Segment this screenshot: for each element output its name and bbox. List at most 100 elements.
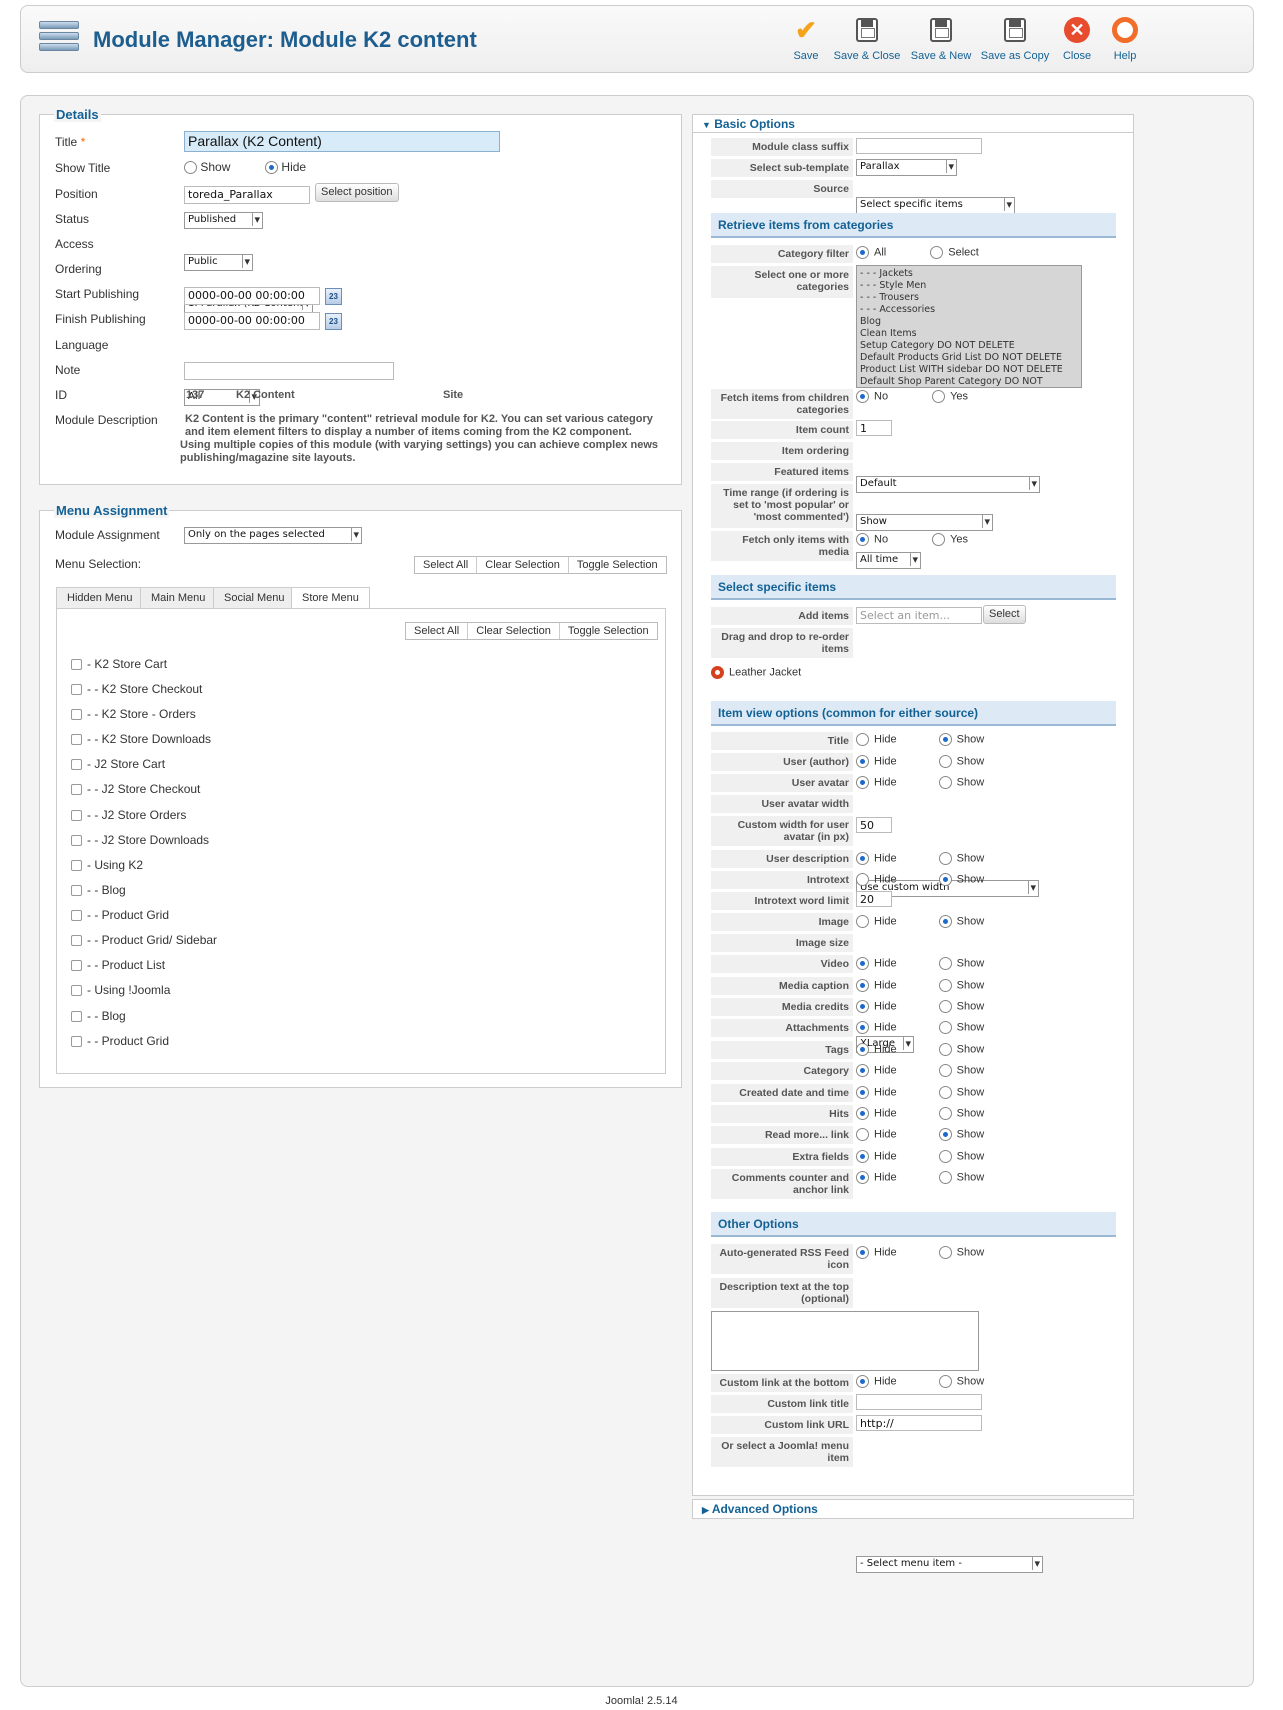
- tab-main-menu[interactable]: Main Menu: [140, 587, 217, 608]
- save-close-button[interactable]: Save & Close: [827, 14, 907, 62]
- note-input[interactable]: [184, 362, 394, 380]
- custom-link-title-input[interactable]: [856, 1394, 982, 1410]
- item-count-input[interactable]: 1: [856, 420, 892, 436]
- menu-item[interactable]: - - J2 Store Checkout: [71, 782, 200, 796]
- menu-item[interactable]: - - Blog: [71, 1009, 126, 1023]
- no-radio[interactable]: [856, 390, 869, 403]
- hide-radio[interactable]: [856, 1021, 869, 1034]
- menu-item[interactable]: - - K2 Store - Orders: [71, 707, 196, 721]
- finish-publishing-input[interactable]: 0000-00-00 00:00:00: [184, 312, 320, 330]
- hide-radio[interactable]: [856, 1246, 869, 1259]
- hide-radio[interactable]: [856, 979, 869, 992]
- category-option[interactable]: Default Shop Parent Category DO NOT DELE…: [860, 376, 1078, 387]
- start-publishing-input[interactable]: 0000-00-00 00:00:00: [184, 287, 320, 305]
- menu-item[interactable]: - - Product List: [71, 958, 165, 972]
- show-radio[interactable]: [938, 776, 952, 789]
- category-option[interactable]: - - - Style Men: [860, 280, 1078, 292]
- select-all-button[interactable]: Select All: [406, 623, 469, 639]
- show-title-show-radio[interactable]: [184, 161, 197, 175]
- show-radio[interactable]: [938, 1021, 952, 1034]
- menu-item-checkbox[interactable]: [71, 860, 82, 872]
- custom-link-url-input[interactable]: http://: [856, 1415, 982, 1431]
- hide-radio[interactable]: [856, 1171, 869, 1184]
- menu-item[interactable]: - - Product Grid: [71, 1034, 169, 1048]
- hide-radio[interactable]: [856, 915, 869, 928]
- time-range-select[interactable]: All time: [856, 552, 921, 569]
- show-radio[interactable]: [938, 1246, 952, 1259]
- show-radio[interactable]: [938, 852, 952, 865]
- category-option[interactable]: - - - Accessories: [860, 304, 1078, 316]
- selected-item[interactable]: Leather Jacket: [711, 666, 801, 679]
- hide-radio[interactable]: [856, 1128, 869, 1141]
- category-option[interactable]: Setup Category DO NOT DELETE: [860, 340, 1078, 352]
- hide-radio[interactable]: [856, 776, 869, 789]
- hide-radio[interactable]: [856, 755, 869, 768]
- all-radio[interactable]: [856, 246, 869, 259]
- show-radio[interactable]: [938, 755, 952, 768]
- category-option[interactable]: Clean Items: [860, 328, 1078, 340]
- introtext-limit-input[interactable]: 20: [856, 891, 892, 907]
- tab-store-menu[interactable]: Store Menu: [291, 587, 370, 609]
- menu-item[interactable]: - - K2 Store Checkout: [71, 682, 202, 696]
- save-new-button[interactable]: Save & New: [901, 14, 981, 62]
- category-option[interactable]: Default Products Grid List DO NOT DELETE: [860, 352, 1078, 364]
- custom-width-input[interactable]: 50: [856, 817, 892, 833]
- hide-radio[interactable]: [856, 1043, 869, 1056]
- item-ordering-select[interactable]: Default: [856, 476, 1040, 493]
- select-radio[interactable]: [930, 246, 944, 259]
- menu-item-checkbox[interactable]: [71, 910, 82, 922]
- status-select[interactable]: Published: [184, 212, 263, 229]
- no-radio[interactable]: [856, 533, 869, 546]
- help-button[interactable]: Help: [1085, 14, 1165, 62]
- hide-radio[interactable]: [856, 957, 869, 970]
- hide-radio[interactable]: [856, 1150, 869, 1163]
- show-title-hide-radio[interactable]: [265, 161, 279, 175]
- menu-item-select[interactable]: - Select menu item -: [856, 1556, 1043, 1573]
- menu-item[interactable]: - Using !Joomla: [71, 983, 170, 997]
- show-radio[interactable]: [938, 1150, 952, 1163]
- subtemplate-select[interactable]: Parallax: [856, 159, 957, 176]
- description-textarea[interactable]: [711, 1311, 979, 1371]
- calendar-icon[interactable]: 23: [325, 313, 342, 330]
- menu-item[interactable]: - Using K2: [71, 858, 143, 872]
- yes-radio[interactable]: [932, 390, 946, 403]
- show-radio[interactable]: [938, 1064, 952, 1077]
- category-option[interactable]: Product List WITH sidebar DO NOT DELETE: [860, 364, 1078, 376]
- show-radio[interactable]: [938, 873, 952, 886]
- remove-icon[interactable]: [711, 666, 724, 679]
- clear-selection-button[interactable]: Clear Selection: [477, 557, 569, 573]
- menu-item-checkbox[interactable]: [71, 985, 82, 997]
- menu-item[interactable]: - - Product Grid/ Sidebar: [71, 933, 217, 947]
- hide-radio[interactable]: [856, 1107, 869, 1120]
- menu-item[interactable]: - K2 Store Cart: [71, 657, 167, 671]
- show-radio[interactable]: [938, 1375, 952, 1388]
- show-radio[interactable]: [938, 1086, 952, 1099]
- show-radio[interactable]: [938, 1107, 952, 1120]
- hide-radio[interactable]: [856, 1064, 869, 1077]
- menu-item-checkbox[interactable]: [71, 1011, 82, 1023]
- title-input[interactable]: Parallax (K2 Content): [184, 131, 500, 152]
- source-select[interactable]: Select specific items: [856, 197, 1015, 214]
- menu-item-checkbox[interactable]: [71, 935, 82, 947]
- menu-item-checkbox[interactable]: [71, 784, 82, 796]
- menu-item-checkbox[interactable]: [71, 835, 82, 847]
- featured-select[interactable]: Show: [856, 514, 993, 531]
- menu-item[interactable]: - J2 Store Cart: [71, 757, 165, 771]
- toggle-selection-button[interactable]: Toggle Selection: [560, 623, 657, 639]
- hide-radio[interactable]: [856, 873, 869, 886]
- yes-radio[interactable]: [932, 533, 946, 546]
- select-all-button[interactable]: Select All: [415, 557, 478, 573]
- menu-item-checkbox[interactable]: [71, 734, 82, 746]
- hide-radio[interactable]: [856, 733, 869, 746]
- position-input[interactable]: toreda_Parallax: [184, 186, 310, 204]
- menu-item-checkbox[interactable]: [71, 659, 82, 671]
- menu-item[interactable]: - - J2 Store Downloads: [71, 833, 209, 847]
- menu-item[interactable]: - - Product Grid: [71, 908, 169, 922]
- menu-item-checkbox[interactable]: [71, 1036, 82, 1048]
- module-assignment-select[interactable]: Only on the pages selected: [184, 527, 362, 544]
- tab-social-menu[interactable]: Social Menu: [213, 587, 296, 608]
- menu-item-checkbox[interactable]: [71, 810, 82, 822]
- advanced-options-header[interactable]: ▶ Advanced Options: [692, 1499, 1134, 1519]
- hide-radio[interactable]: [856, 852, 869, 865]
- menu-item[interactable]: - - K2 Store Downloads: [71, 732, 211, 746]
